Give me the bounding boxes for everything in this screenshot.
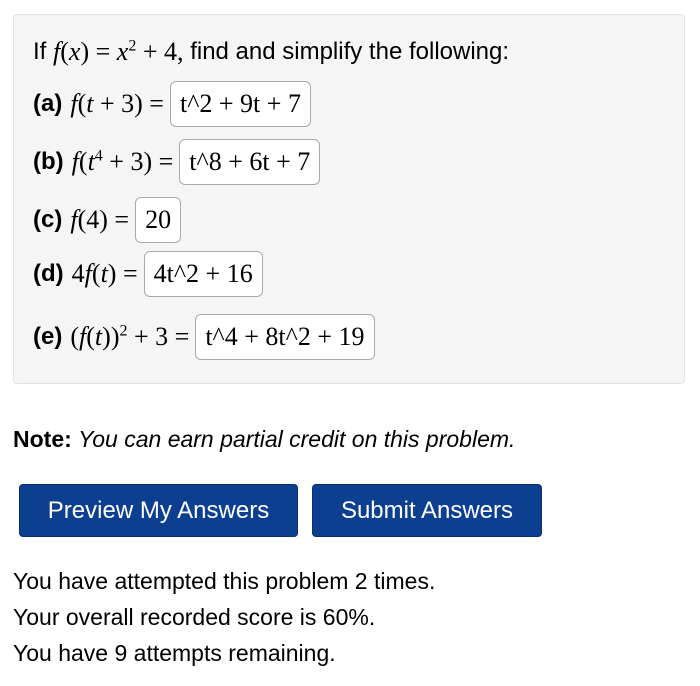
part-c-answer-field[interactable]: 20 (135, 197, 182, 243)
part-e-answer-field[interactable]: t^4 + 8t^2 + 19 (195, 314, 375, 360)
score-text: Your overall recorded score is 60%. (13, 604, 376, 630)
problem-panel: If f(x) = x2 + 4, find and simplify the … (13, 14, 685, 384)
partial-credit-note: Note: You can earn partial credit on thi… (13, 426, 515, 453)
part-a-label: (a) (33, 90, 63, 117)
part-a-answer-field[interactable]: t^2 + 9t + 7 (169, 81, 311, 127)
note-text: You can earn partial credit on this prob… (78, 426, 516, 452)
problem-statement: If f(x) = x2 + 4, find and simplify the … (33, 37, 509, 67)
part-b-expression: f(t4 + 3) = (71, 147, 174, 176)
part-d-label: (d) (33, 260, 64, 287)
attempts-text: You have attempted this problem 2 times. (13, 568, 436, 594)
submit-answers-button[interactable]: Submit Answers (312, 484, 542, 537)
part-e-label: (e) (33, 323, 63, 350)
part-c: (c) f(4) = 20 (33, 197, 182, 243)
part-b-answer-field[interactable]: t^8 + 6t + 7 (179, 139, 321, 185)
part-d-answer-field[interactable]: 4t^2 + 16 (143, 251, 263, 297)
problem-intro: find and simplify the following: (190, 38, 510, 65)
remaining-text: You have 9 attempts remaining. (13, 640, 336, 666)
preview-answers-button[interactable]: Preview My Answers (19, 484, 298, 537)
function-definition: f(x) = x2 + 4, (53, 37, 184, 66)
note-label: Note: (13, 426, 72, 452)
part-b: (b) f(t4 + 3) = t^8 + 6t + 7 (33, 139, 321, 185)
part-b-label: (b) (33, 148, 64, 175)
part-d-expression: 4f(t) = (71, 259, 138, 288)
part-a-expression: f(t + 3) = (70, 89, 164, 118)
part-c-expression: f(4) = (70, 205, 130, 234)
if-word: If (33, 38, 54, 65)
part-a: (a) f(t + 3) = t^2 + 9t + 7 (33, 81, 311, 127)
part-e-expression: (f(t))2 + 3 = (70, 322, 190, 351)
part-d: (d) 4f(t) = 4t^2 + 16 (33, 251, 263, 297)
part-c-label: (c) (33, 206, 63, 233)
part-e: (e) (f(t))2 + 3 = t^4 + 8t^2 + 19 (33, 314, 375, 360)
